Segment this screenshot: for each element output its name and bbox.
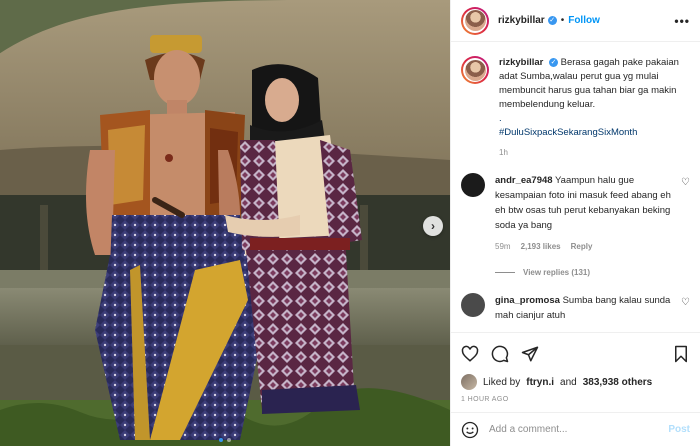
commenter-avatar[interactable] bbox=[461, 173, 485, 197]
action-bar bbox=[451, 332, 700, 374]
post-header: rizkybillar ✓ • Follow ••• bbox=[451, 0, 700, 42]
carousel-dot bbox=[227, 438, 231, 442]
chevron-right-icon: › bbox=[431, 219, 435, 233]
likes-prefix: Liked by bbox=[483, 376, 521, 388]
comment-username[interactable]: gina_promosa bbox=[495, 295, 560, 306]
add-comment-bar: Post bbox=[451, 412, 700, 446]
view-replies-button[interactable]: View replies (131) bbox=[495, 268, 690, 277]
carousel-indicator bbox=[0, 438, 450, 442]
comment-item: gina_promosa Sumba bang kalau sunda mah … bbox=[461, 293, 690, 323]
caption: rizkybillar ✓ Berasa gagah pake pakaian … bbox=[461, 56, 690, 157]
carousel-dot-active bbox=[219, 438, 223, 442]
next-image-button[interactable]: › bbox=[423, 216, 443, 236]
liker-avatar[interactable] bbox=[461, 374, 477, 390]
photo-illustration bbox=[0, 0, 450, 446]
post-panel: rizkybillar ✓ • Follow ••• rizkybillar ✓… bbox=[450, 0, 700, 446]
caption-time: 1h bbox=[499, 148, 508, 157]
bookmark-icon[interactable] bbox=[672, 345, 690, 363]
comment-time: 59m bbox=[495, 242, 511, 251]
post-button[interactable]: Post bbox=[668, 424, 690, 435]
caption-avatar[interactable] bbox=[461, 56, 489, 84]
comment-icon[interactable] bbox=[491, 345, 509, 363]
commenter-avatar[interactable] bbox=[461, 293, 485, 317]
post-photo[interactable]: › bbox=[0, 0, 450, 446]
liker-username[interactable]: ftryn.i bbox=[526, 377, 554, 388]
instagram-post: › rizkybillar ✓ • Follow ••• rizkybillar… bbox=[0, 0, 700, 446]
header-separator: • bbox=[560, 15, 565, 26]
verified-icon: ✓ bbox=[549, 57, 558, 67]
heart-icon[interactable]: ♡ bbox=[681, 177, 690, 188]
share-icon[interactable] bbox=[521, 345, 539, 363]
follow-button[interactable]: Follow bbox=[568, 15, 600, 26]
emoji-icon[interactable] bbox=[461, 421, 479, 439]
likes-conjunction: and bbox=[560, 376, 577, 388]
more-options-icon[interactable]: ••• bbox=[674, 14, 690, 28]
comment-username[interactable]: andr_ea7948 bbox=[495, 175, 553, 186]
author-username[interactable]: rizkybillar bbox=[498, 15, 545, 26]
heart-icon[interactable] bbox=[461, 345, 479, 363]
author-avatar[interactable] bbox=[461, 6, 489, 35]
comment-likes[interactable]: 2,193 likes bbox=[521, 239, 561, 254]
verified-icon: ✓ bbox=[547, 16, 557, 25]
heart-icon[interactable]: ♡ bbox=[681, 297, 690, 308]
comment-item: andr_ea7948 Yaampun halu gue kesampaian … bbox=[461, 173, 690, 254]
hashtag-link[interactable]: #DuluSixpackSekarangSixMonth bbox=[499, 127, 637, 138]
view-replies-label: View replies (131) bbox=[523, 268, 590, 277]
comments-section[interactable]: rizkybillar ✓ Berasa gagah pake pakaian … bbox=[451, 42, 700, 332]
likes-summary: Liked by ftryn.i and 383,938 others bbox=[451, 374, 700, 390]
caption-text: rizkybillar ✓ Berasa gagah pake pakaian … bbox=[499, 56, 690, 140]
posted-time: 1 HOUR AGO bbox=[461, 396, 509, 403]
caption-username[interactable]: rizkybillar bbox=[499, 57, 543, 68]
comment-meta: 59m 2,193 likes Reply bbox=[495, 239, 676, 254]
likes-count[interactable]: 383,938 others bbox=[583, 377, 653, 388]
caption-dot: . bbox=[499, 113, 502, 124]
reply-button[interactable]: Reply bbox=[571, 239, 593, 254]
comment-input[interactable] bbox=[489, 424, 659, 435]
